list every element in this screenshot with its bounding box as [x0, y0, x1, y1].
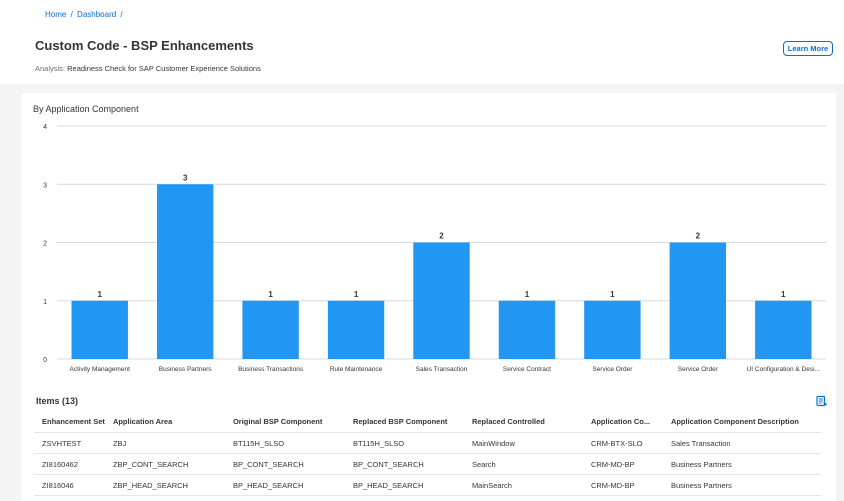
table-cell: BP_CONT_SEARCH: [224, 453, 345, 475]
category-label: Business Partners: [159, 366, 212, 373]
data-label: 1: [268, 290, 273, 299]
data-label: 2: [439, 232, 444, 241]
y-tick-label: 1: [43, 299, 47, 306]
y-tick-label: 2: [43, 241, 47, 248]
table-cell: Search: [463, 453, 583, 475]
table-cell: ZBJ: [104, 432, 225, 454]
bar[interactable]: [413, 242, 470, 360]
column-header-application-component-description[interactable]: Application Component Description: [662, 411, 821, 433]
column-header-replaced-controlled[interactable]: Replaced Controlled: [463, 411, 583, 433]
bar[interactable]: [498, 300, 556, 359]
table-cell: BP_HEAD_SEARCH: [344, 474, 464, 496]
y-tick-label: 4: [43, 124, 47, 131]
category-label: Service Order: [592, 366, 633, 373]
table-cell: ZBP_CONT_SEARCH: [104, 453, 225, 475]
table-cell: Business Partners: [662, 453, 821, 475]
column-header-original-bsp-component[interactable]: Original BSP Component: [224, 411, 345, 433]
table-cell: CRM-MD-BP: [582, 453, 663, 475]
column-header-application-component[interactable]: Application Co...: [582, 411, 663, 433]
category-label: Service Contract: [503, 366, 551, 373]
category-label: Rule Maintenance: [330, 366, 383, 373]
table-cell: BT115H_SLSO: [224, 432, 345, 454]
table-row[interactable]: ZI816046 ZBP_HEAD_SEARCH BP_HEAD_SEARCH …: [34, 474, 821, 496]
y-tick-label: 0: [43, 357, 47, 364]
data-label: 1: [97, 290, 102, 299]
table-cell: CRM-BTX-SLO: [582, 432, 663, 454]
data-label: 1: [781, 290, 786, 299]
table-row[interactable]: ZSVHTEST ZBJ BT115H_SLSO BT115H_SLSO Mai…: [34, 432, 821, 454]
column-header-replaced-bsp-component[interactable]: Replaced BSP Component: [344, 411, 464, 433]
data-label: 1: [610, 290, 615, 299]
table-cell: MainWindow: [463, 432, 583, 454]
bar[interactable]: [156, 184, 214, 359]
data-label: 3: [183, 173, 188, 182]
items-title: Items (13): [36, 396, 79, 406]
table-header-row: Enhancement Set Application Area Origina…: [34, 411, 821, 433]
data-label: 1: [525, 290, 530, 299]
table-cell: ZSVHTEST: [34, 432, 105, 454]
table-cell: MainSearch: [463, 474, 583, 496]
table-row[interactable]: ZI8160462 ZBP_CONT_SEARCH BP_CONT_SEARCH…: [34, 453, 821, 475]
export-to-spreadsheet-icon[interactable]: [815, 395, 827, 407]
bar[interactable]: [669, 242, 727, 360]
table-cell: ZI816046: [34, 474, 105, 496]
table-cell: CRM-MD-BP: [582, 474, 663, 496]
table-cell: BT115H_SLSO: [344, 432, 464, 454]
table-cell: ZI8160462: [34, 453, 105, 475]
data-label: 1: [354, 290, 359, 299]
category-label: Sales Transaction: [416, 366, 468, 373]
bar-chart: 0 1 2 3 4 1 Activity Management 3 Business Partn…: [43, 124, 826, 373]
category-label: Activity Management: [70, 366, 131, 373]
category-label: UI Configuration & Desi...: [747, 366, 821, 373]
bar[interactable]: [327, 300, 385, 359]
column-header-enhancement-set[interactable]: Enhancement Set: [34, 411, 105, 433]
table-cell: BP_CONT_SEARCH: [344, 453, 464, 475]
bar[interactable]: [71, 300, 128, 359]
y-tick-label: 3: [43, 182, 47, 189]
category-label: Business Transactions: [238, 366, 304, 373]
column-header-application-area[interactable]: Application Area: [104, 411, 225, 433]
items-table: Enhancement Set Application Area Origina…: [34, 411, 821, 496]
bar[interactable]: [584, 300, 641, 359]
data-label: 2: [696, 232, 701, 241]
bar[interactable]: [242, 300, 299, 359]
table-cell: Business Partners: [662, 474, 821, 496]
category-label: Service Order: [678, 366, 719, 373]
table-cell: Sales Transaction: [662, 432, 821, 454]
table-cell: BP_HEAD_SEARCH: [224, 474, 345, 496]
bar[interactable]: [755, 300, 812, 359]
table-cell: ZBP_HEAD_SEARCH: [104, 474, 225, 496]
